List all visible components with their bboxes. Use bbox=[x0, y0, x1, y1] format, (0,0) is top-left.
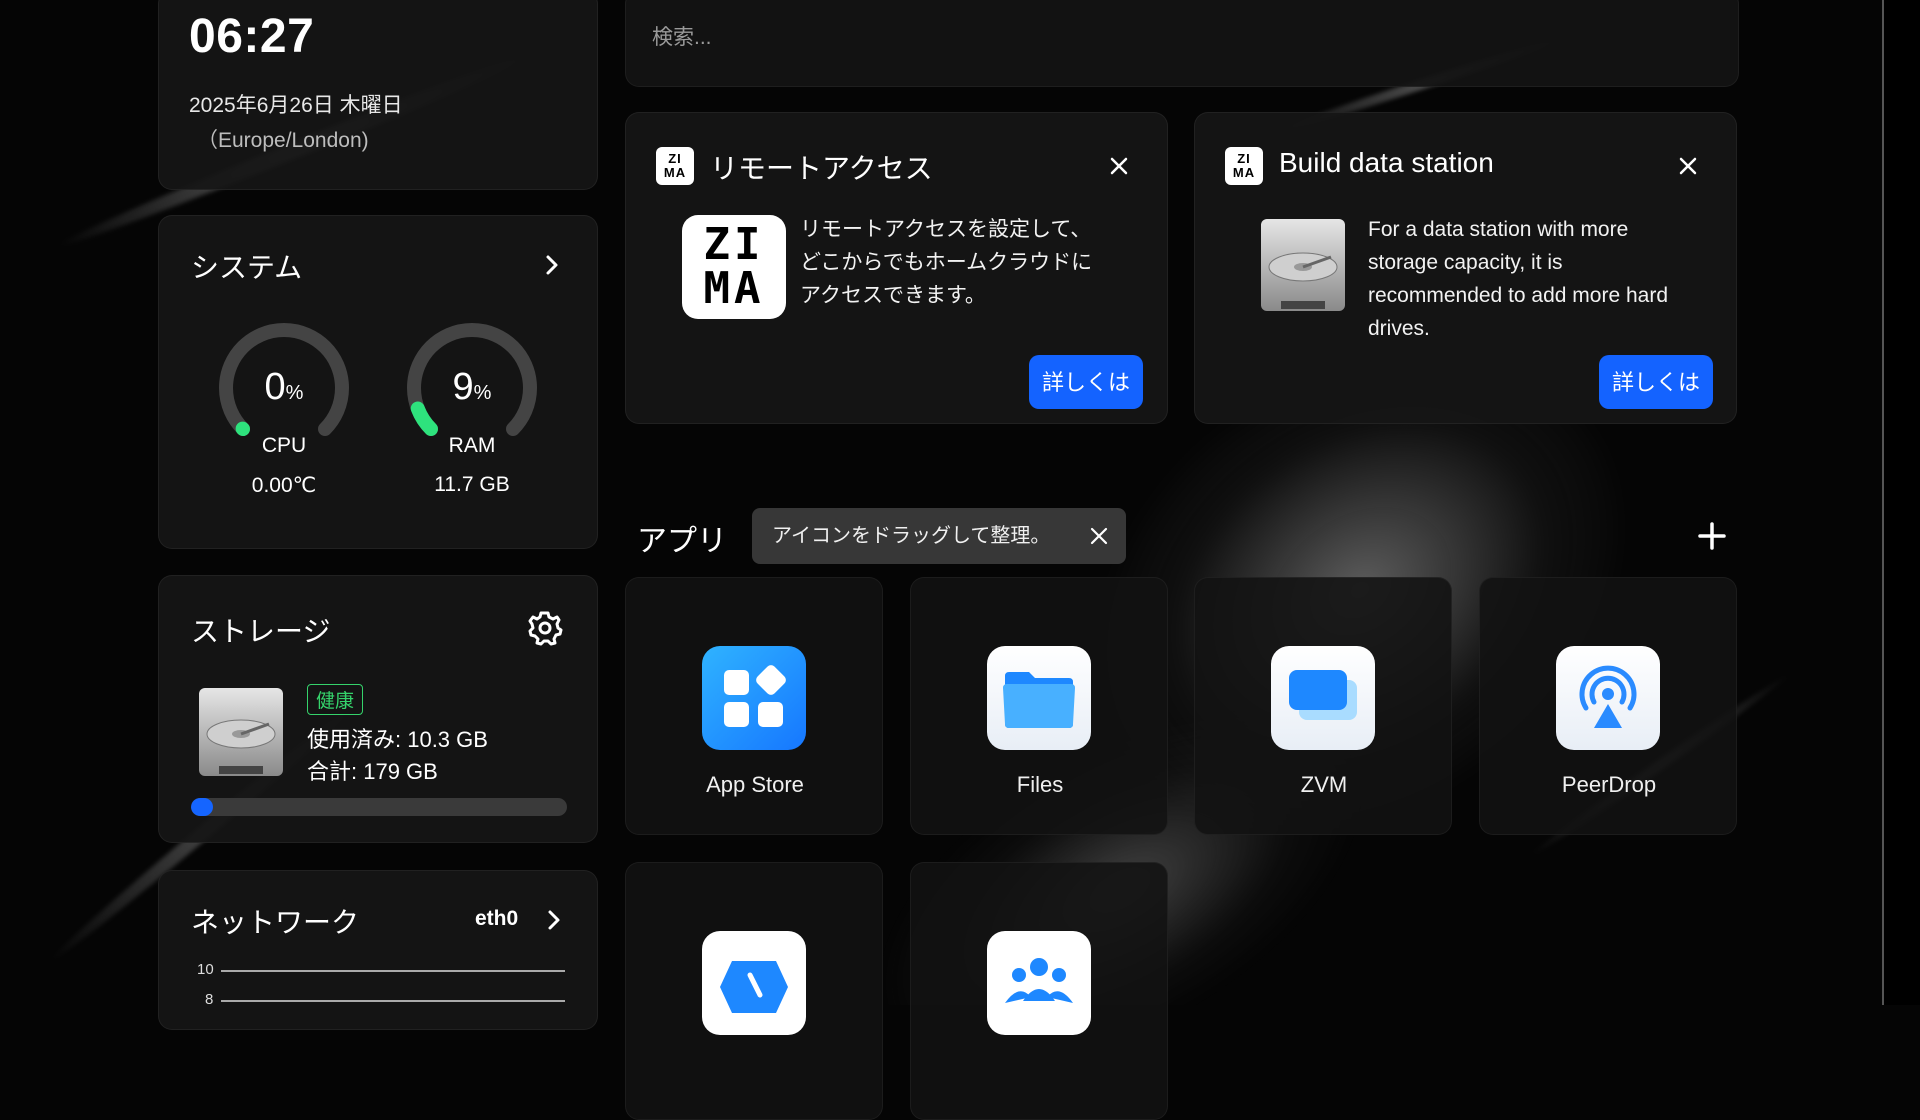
storage-total: 合計: 179 GB bbox=[307, 759, 438, 784]
app-store-icon bbox=[702, 646, 806, 750]
app-tile-app-store[interactable]: App Store bbox=[625, 577, 883, 835]
network-axis-tick: 8 bbox=[205, 991, 214, 1008]
storage-card[interactable]: ストレージ 健康 使用済み: 10.3 GB 合計: 179 GB bbox=[158, 575, 598, 843]
network-interface[interactable]: eth0 bbox=[475, 907, 518, 931]
zvm-icon bbox=[1271, 646, 1375, 750]
app-label: PeerDrop bbox=[1561, 772, 1657, 797]
app-label: ZVM bbox=[1300, 772, 1348, 797]
clock-time: 06:27 bbox=[189, 10, 315, 63]
app-5-icon bbox=[702, 931, 806, 1035]
hard-drive-icon bbox=[199, 688, 283, 776]
app-tile-zvm[interactable]: ZVM bbox=[1194, 577, 1452, 835]
close-icon[interactable] bbox=[1677, 155, 1699, 177]
chevron-right-icon[interactable] bbox=[541, 254, 563, 276]
folder-icon bbox=[987, 646, 1091, 750]
app-tile-6[interactable] bbox=[910, 862, 1168, 1120]
network-title: ネットワーク bbox=[191, 907, 360, 938]
remote-access-description: リモートアクセスを設定して、 どこからでもホームクラウドに アクセスできます。 bbox=[800, 218, 1093, 307]
cpu-value: 0% bbox=[264, 366, 304, 408]
apps-section-title: アプリ bbox=[637, 525, 727, 558]
chevron-right-icon[interactable] bbox=[543, 909, 565, 931]
drag-hint-tooltip: アイコンをドラッグして整理。 bbox=[752, 508, 1126, 564]
clock-date: 2025年6月26日 木曜日 bbox=[189, 94, 403, 117]
storage-progress-bar bbox=[191, 798, 567, 816]
network-axis-tick: 10 bbox=[197, 961, 214, 978]
users-icon bbox=[987, 931, 1091, 1035]
system-title: システム bbox=[191, 252, 303, 283]
app-tile-5[interactable] bbox=[625, 862, 883, 1120]
app-tile-files[interactable]: Files bbox=[910, 577, 1168, 835]
search-bar[interactable] bbox=[625, 0, 1739, 87]
learn-more-button[interactable]: 詳しくは bbox=[1029, 355, 1143, 409]
close-icon[interactable] bbox=[1108, 155, 1130, 177]
network-gridline bbox=[221, 1000, 565, 1002]
build-data-station-description: For a data station with more storage capa… bbox=[1368, 218, 1668, 340]
zima-app-logo: ZI MA bbox=[682, 215, 786, 319]
learn-more-button[interactable]: 詳しくは bbox=[1599, 355, 1713, 409]
build-data-station-title: Build data station bbox=[1279, 147, 1494, 178]
gear-icon[interactable] bbox=[527, 610, 563, 646]
cpu-temperature: 0.00℃ bbox=[251, 474, 317, 497]
network-gridline bbox=[221, 970, 565, 972]
app-label: Files bbox=[1016, 772, 1064, 797]
add-app-icon[interactable] bbox=[1697, 521, 1727, 551]
zima-logo-icon: ZI MA bbox=[656, 147, 694, 185]
remote-access-card: ZI MA リモートアクセス ZI MA リモートアクセスを設定して、 どこからでもホ… bbox=[625, 112, 1168, 424]
window-edge bbox=[1882, 0, 1920, 1005]
close-icon[interactable] bbox=[1090, 527, 1108, 545]
storage-used: 使用済み: 10.3 GB bbox=[307, 727, 488, 752]
clock-timezone: （Europe/London) bbox=[197, 129, 369, 152]
ram-label: RAM bbox=[448, 434, 496, 457]
health-status-badge: 健康 bbox=[307, 684, 364, 715]
storage-progress-fill bbox=[191, 798, 213, 816]
build-data-station-card: ZI MA Build data station For a data stati… bbox=[1194, 112, 1737, 424]
cpu-label: CPU bbox=[261, 434, 307, 457]
remote-access-title: リモートアクセス bbox=[710, 153, 933, 184]
storage-title: ストレージ bbox=[191, 616, 331, 647]
network-card[interactable]: ネットワーク eth0 10 8 bbox=[158, 870, 598, 1030]
app-tile-peerdrop[interactable]: PeerDrop bbox=[1479, 577, 1737, 835]
drag-hint-text: アイコンをドラッグして整理。 bbox=[772, 525, 1051, 547]
hard-drive-icon bbox=[1261, 219, 1345, 311]
clock-card: 06:27 2025年6月26日 木曜日 （Europe/London) bbox=[158, 0, 598, 190]
zima-logo-icon: ZI MA bbox=[1225, 147, 1263, 185]
ram-value: 9% bbox=[452, 366, 492, 408]
app-label: App Store bbox=[706, 772, 804, 797]
search-input[interactable] bbox=[650, 25, 1354, 51]
peerdrop-icon bbox=[1556, 646, 1660, 750]
system-card[interactable]: システム 0% CPU 0.00℃ 9% RAM 11.7 GB bbox=[158, 215, 598, 549]
ram-usage: 11.7 GB bbox=[434, 473, 510, 496]
